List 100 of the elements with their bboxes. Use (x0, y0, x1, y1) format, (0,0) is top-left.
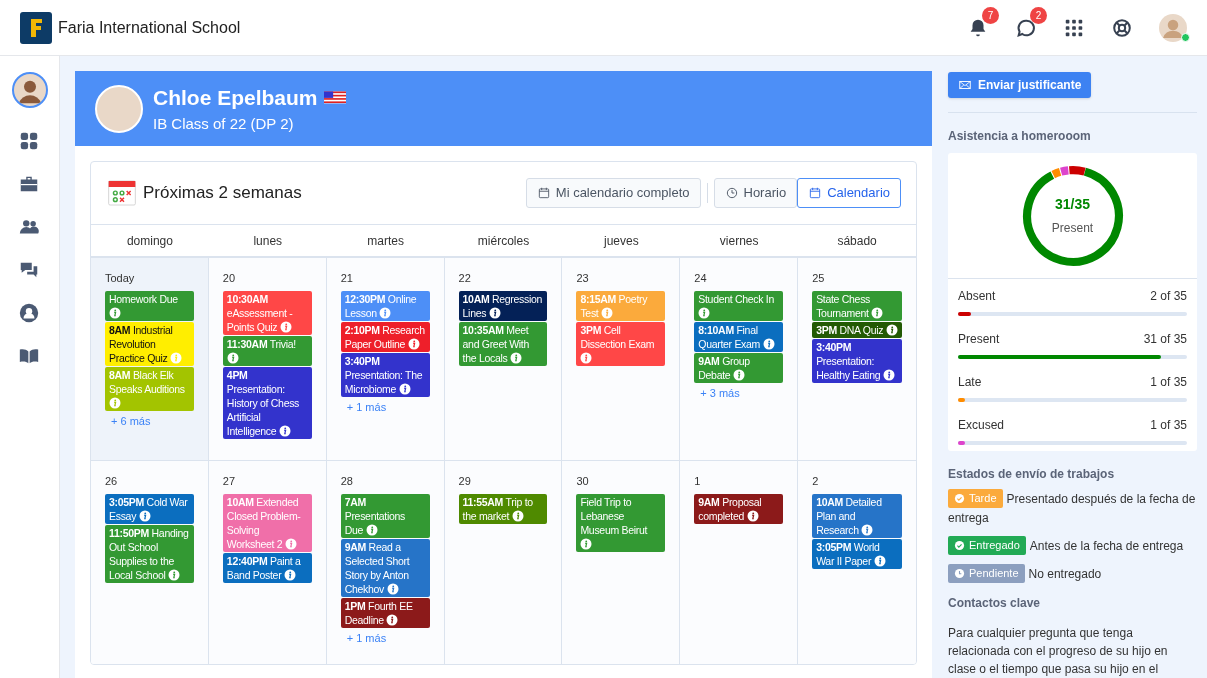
day-number: Today (105, 271, 135, 286)
calendar-event[interactable]: 7AM Presentations Due (340, 493, 430, 538)
count-badge: 7 (982, 6, 999, 24)
calendar-event[interactable]: 11:30AM Trivia! (222, 335, 312, 366)
full-calendar-button[interactable]: Mi calendario completo (525, 178, 701, 208)
info-icon (732, 368, 745, 381)
calendar-event[interactable]: 11:55AM Trip to the market (458, 493, 548, 524)
student-name: Chloe Epelbaum (153, 84, 318, 111)
weekday-header: jueves (604, 232, 639, 250)
info-icon (386, 613, 399, 626)
attendance-value: 31 of 35 (1143, 331, 1187, 348)
info-icon (511, 509, 524, 522)
attendance-value: 1 of 35 (1150, 417, 1187, 434)
view-button[interactable]: Calendario (797, 178, 901, 208)
calendar-event[interactable]: 9AM Proposal completed (694, 493, 784, 524)
info-icon (109, 306, 121, 319)
calendar-event[interactable]: 8:10AM Final Quarter Exam (694, 321, 784, 352)
status-badge: Entregado (948, 536, 1026, 555)
calendar-event[interactable]: 1PM Fourth EE Deadline (340, 597, 430, 628)
info-icon (580, 351, 593, 364)
info-icon (386, 582, 399, 595)
info-icon (746, 509, 759, 522)
weekday-header: sábado (837, 232, 877, 250)
calendar-event[interactable]: 4PM Presentation: History of Chess Artificial Intelligence (222, 366, 312, 439)
info-icon (279, 320, 292, 333)
info-icon (873, 554, 886, 567)
info-icon (168, 568, 181, 581)
info-icon (226, 351, 239, 364)
student-photo-placeholder (95, 84, 143, 133)
calendar-event[interactable]: 10AM Regression Lines (458, 290, 548, 321)
calendar-event[interactable]: Homework Due (105, 290, 194, 321)
school-logo[interactable] (20, 11, 52, 44)
calendar-event[interactable]: 3:05PM Cold War Essay (105, 493, 194, 524)
attendance-count: 31/35 (1054, 195, 1090, 214)
day-number: 20 (222, 271, 236, 286)
calendar-event[interactable]: Student Check In (694, 290, 784, 321)
attendance-category: Present (958, 331, 1000, 348)
calendar-event[interactable]: 3:40PM Presentation: Healthy Eating (812, 338, 902, 383)
calendar-event[interactable]: 2:10PM Research Paper Outline (340, 321, 430, 352)
calendar-event[interactable]: 8AM Black Elk Speaks Auditions (105, 366, 194, 411)
info-icon (861, 523, 874, 536)
day-number: 25 (812, 271, 825, 286)
count-badge: 2 (1030, 6, 1047, 24)
view-button[interactable]: Horario (713, 178, 798, 208)
calendar-event[interactable]: 9AM Group Debate (694, 352, 784, 383)
day-number: 28 (340, 474, 353, 489)
info-icon (871, 306, 884, 319)
calendar-event[interactable]: 10AM Detailed Plan and Research (812, 493, 902, 538)
day-number: 24 (694, 271, 707, 286)
calendar-event[interactable]: State Chess Tournament (812, 290, 902, 321)
info-icon (698, 306, 711, 319)
info-icon (882, 368, 895, 381)
attendance-value: 2 of 35 (1150, 288, 1187, 305)
calendar-event[interactable]: 11:50PM Handing Out School Supplies to the Local School (105, 524, 194, 583)
school-name: Faria International School (58, 17, 241, 38)
more-events-link[interactable]: + 6 más (111, 412, 151, 429)
section-heading: Asistencia a homerooom (948, 128, 1091, 145)
weekday-header: lunes (253, 232, 283, 250)
more-events-link[interactable]: + 1 más (346, 629, 387, 646)
calendar-event[interactable]: 10:35AM Meet and Greet With the Locals (458, 321, 548, 366)
day-number: 29 (458, 474, 471, 489)
attendance-value: 1 of 35 (1150, 374, 1187, 391)
calendar-event[interactable]: 10AM Extended Closed Problem-Solving Worksheet 2 (222, 493, 312, 552)
info-icon (279, 424, 291, 437)
attendance-category: Absent (958, 288, 996, 305)
calendar-event[interactable]: 9AM Read a Selected Short Story by Anton Chekhov (340, 538, 430, 597)
student-avatar[interactable] (11, 72, 48, 108)
weekday-header: domingo (126, 232, 173, 250)
calendar-event[interactable]: 8AM Industrial Revolution Practice Quiz (105, 321, 194, 366)
help-icon (1111, 16, 1133, 39)
weekday-header: miércoles (477, 232, 530, 250)
calendar-event[interactable]: Field Trip to Lebanese Museum Beirut (576, 493, 666, 552)
attendance-category: Excused (958, 417, 1005, 434)
student-class: IB Class of 22 (DP 2) (153, 114, 295, 134)
status-badge: Tarde (948, 489, 1003, 508)
calendar-event[interactable]: 12:30PM Online Lesson (340, 290, 430, 321)
day-number: 26 (105, 474, 118, 489)
calendar-event[interactable]: 8:15AM Poetry Test (576, 290, 666, 321)
contacts-paragraph: Para cualquier pregunta que tenga relacionada con el progreso de su hijo en clase o el tiempo que pasa su hijo en el (948, 625, 1169, 678)
calendar-event[interactable]: 10:30AM eAssessment - Points Quiz (222, 290, 312, 335)
more-events-link[interactable]: + 1 más (346, 398, 387, 415)
calendar-event[interactable]: 3:05PM World War II Paper (812, 538, 902, 569)
status-description: Tarde Presentado después de la fecha de entrega (948, 489, 1197, 528)
info-icon (365, 523, 378, 536)
calendar-event[interactable]: 12:40PM Paint a Band Poster (222, 552, 312, 583)
calendar-icon (106, 177, 138, 209)
calendar-event[interactable]: 3PM DNA Quiz (812, 321, 902, 338)
info-icon (138, 509, 151, 522)
more-events-link[interactable]: + 3 más (700, 384, 740, 401)
clock-icon (724, 186, 739, 200)
send-justification-button[interactable]: Enviar justificante (948, 72, 1092, 99)
info-icon (407, 337, 420, 350)
calendar-event[interactable]: 3:40PM Presentation: The Microbiome (340, 352, 430, 397)
clock-icon (954, 568, 965, 579)
calendar-event[interactable]: 3PM Cell Dissection Exam (576, 321, 666, 366)
info-icon (510, 351, 523, 364)
status-description: Entregado Antes de la fecha de entrega (948, 536, 1197, 556)
info-icon (580, 537, 593, 550)
weekday-header: viernes (719, 232, 759, 250)
info-icon (488, 306, 501, 319)
